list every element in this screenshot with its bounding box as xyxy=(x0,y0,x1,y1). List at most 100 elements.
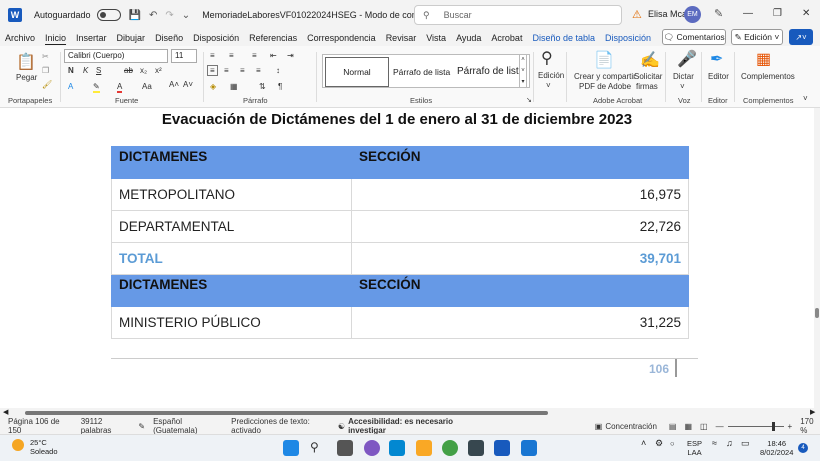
multilevel-icon[interactable]: ≡ xyxy=(252,51,257,60)
weather-widget[interactable]: 25°C Soleado xyxy=(30,438,58,456)
shrink-font-icon[interactable]: A˅ xyxy=(183,80,193,89)
strikethrough-button[interactable]: ab xyxy=(124,66,133,75)
read-mode-icon[interactable]: ▤ xyxy=(669,422,677,431)
volume-icon[interactable]: ♫ xyxy=(726,439,733,448)
request-signatures-icon[interactable]: ✍ xyxy=(640,50,660,70)
chat-icon[interactable] xyxy=(364,440,380,456)
document-title[interactable]: MemoriadeLaboresVF01022024HSEG - Modo de… xyxy=(202,10,446,20)
tab-vista[interactable]: Vista xyxy=(421,33,451,43)
styles-dialog-icon[interactable]: ↘ xyxy=(526,96,532,104)
microphone-icon[interactable]: 🎤 xyxy=(677,49,697,69)
subscript-button[interactable]: x₂ xyxy=(140,66,147,75)
editor-icon[interactable]: ✒ xyxy=(710,49,723,69)
word-taskbar-icon[interactable] xyxy=(494,440,510,456)
focus-icon[interactable]: ▣ xyxy=(595,422,603,431)
notification-badge[interactable]: 4 xyxy=(798,443,808,453)
weather-sun-icon[interactable] xyxy=(12,439,24,451)
tab-dibujar[interactable]: Dibujar xyxy=(112,33,151,43)
borders-icon[interactable]: ▦ xyxy=(230,82,238,91)
tab-archivo[interactable]: Archivo xyxy=(0,33,40,43)
app-taskbar-icon[interactable] xyxy=(521,440,537,456)
format-painter-icon[interactable]: 🖌 xyxy=(42,80,52,89)
table-cell[interactable]: MINISTERIO PÚBLICO xyxy=(111,306,352,339)
proofing-icon[interactable]: ✎ xyxy=(138,422,145,431)
language-status[interactable]: Español (Guatemala) xyxy=(153,417,219,435)
underline-button[interactable]: S xyxy=(96,66,101,75)
share-button[interactable]: ↗˅ xyxy=(789,29,813,45)
tab-insertar[interactable]: Insertar xyxy=(71,33,112,43)
table-header-cell[interactable]: DICTAMENES xyxy=(111,274,352,307)
show-marks-icon[interactable]: ¶ xyxy=(278,82,282,91)
editor-button[interactable]: Editor xyxy=(708,72,729,81)
italic-button[interactable]: K xyxy=(83,66,88,75)
collapse-ribbon-icon[interactable]: ˅ xyxy=(803,94,808,103)
style-normal[interactable]: Normal xyxy=(325,57,389,87)
style-list-paragraph-2[interactable]: Párrafo de lista xyxy=(457,66,524,77)
align-center-icon[interactable]: ≡ xyxy=(224,66,229,75)
zoom-slider-thumb[interactable] xyxy=(771,421,775,431)
table-cell[interactable]: 39,701 xyxy=(351,242,689,275)
create-pdf-icon[interactable]: 📄 xyxy=(594,50,614,70)
tab-disposicion-tabla[interactable]: Disposición xyxy=(600,33,656,43)
paste-icon[interactable]: 📋 xyxy=(16,52,36,72)
edicion-button[interactable]: Edición xyxy=(538,71,564,80)
document-area[interactable]: Evacuación de Dictámenes del 1 de enero … xyxy=(0,108,814,408)
pen-icon[interactable]: ✎ xyxy=(714,7,723,20)
undo-icon[interactable]: ↶ xyxy=(149,10,157,21)
copy-icon[interactable]: ❐ xyxy=(42,66,49,75)
search-input[interactable]: ⚲ Buscar xyxy=(414,5,622,25)
table-cell[interactable]: 16,975 xyxy=(351,178,689,211)
autosave-toggle[interactable] xyxy=(96,9,121,21)
text-predictions-status[interactable]: Predicciones de texto: activado xyxy=(231,417,328,435)
chrome-icon[interactable] xyxy=(442,440,458,456)
start-icon[interactable] xyxy=(283,440,299,456)
comments-button[interactable]: 🗨 Comentarios xyxy=(662,29,726,45)
minimize-icon[interactable]: — xyxy=(743,8,753,19)
editing-mode-button[interactable]: ✎ Edición ˅ xyxy=(731,29,783,45)
focus-button[interactable]: Concentración xyxy=(605,422,657,431)
grow-font-icon[interactable]: A˄ xyxy=(169,80,179,89)
styles-scroll[interactable]: ˄ ˅ ▾ xyxy=(519,54,527,88)
align-right-icon[interactable]: ≡ xyxy=(240,66,245,75)
align-left-icon[interactable]: ≡ xyxy=(207,65,218,76)
user-name[interactable]: Elisa Mcal xyxy=(648,9,689,19)
battery-icon[interactable]: ▭ xyxy=(741,439,750,448)
table-cell[interactable]: METROPOLITANO xyxy=(111,178,352,211)
task-view-icon[interactable] xyxy=(337,440,353,456)
dictate-button[interactable]: Dictar xyxy=(673,72,694,81)
print-layout-icon[interactable]: ▦ xyxy=(684,422,692,431)
zoom-out-icon[interactable]: — xyxy=(716,422,724,431)
bullets-icon[interactable]: ≡ xyxy=(210,51,215,60)
create-pdf-button-line2[interactable]: PDF de Adobe xyxy=(579,82,631,91)
web-layout-icon[interactable]: ◫ xyxy=(700,422,708,431)
zoom-slider[interactable] xyxy=(727,421,784,431)
tab-revisar[interactable]: Revisar xyxy=(381,33,422,43)
highlight-icon[interactable]: ✎ xyxy=(93,82,100,93)
find-icon[interactable]: ⚲ xyxy=(541,48,553,68)
zoom-in-icon[interactable]: + xyxy=(788,422,793,431)
superscript-button[interactable]: x² xyxy=(155,66,162,75)
restore-icon[interactable]: ❐ xyxy=(773,8,782,19)
cut-icon[interactable]: ✂ xyxy=(42,52,49,61)
input-language[interactable]: ESP LAA xyxy=(687,439,702,457)
numbering-icon[interactable]: ≡ xyxy=(229,51,234,60)
text-effects-icon[interactable]: A xyxy=(68,82,73,91)
zoom-level[interactable]: 170 % xyxy=(800,417,820,435)
warning-icon[interactable]: ⚠ xyxy=(632,8,642,21)
table-cell[interactable]: TOTAL xyxy=(111,242,352,275)
font-color-icon[interactable]: A xyxy=(117,82,123,93)
line-spacing-icon[interactable]: ↕ xyxy=(276,66,280,75)
tab-ayuda[interactable]: Ayuda xyxy=(451,33,486,43)
clock[interactable]: 18:46 8/02/2024 xyxy=(760,439,793,457)
shading-icon[interactable]: ◈ xyxy=(210,82,216,91)
font-size-select[interactable]: 11 xyxy=(171,49,197,63)
table-header-cell[interactable]: SECCIÓN xyxy=(351,146,689,179)
request-signatures-line1[interactable]: Solicitar xyxy=(634,72,662,81)
vertical-scroll-thumb[interactable] xyxy=(815,308,819,318)
customize-toolbar-icon[interactable]: ⌄ xyxy=(182,10,190,21)
table-header-cell[interactable]: DICTAMENES xyxy=(111,146,352,179)
tray-chat-icon[interactable]: ○ xyxy=(670,439,675,448)
tab-inicio[interactable]: Inicio xyxy=(40,33,71,43)
justify-icon[interactable]: ≡ xyxy=(256,66,261,75)
wifi-icon[interactable]: ≈ xyxy=(712,439,717,448)
